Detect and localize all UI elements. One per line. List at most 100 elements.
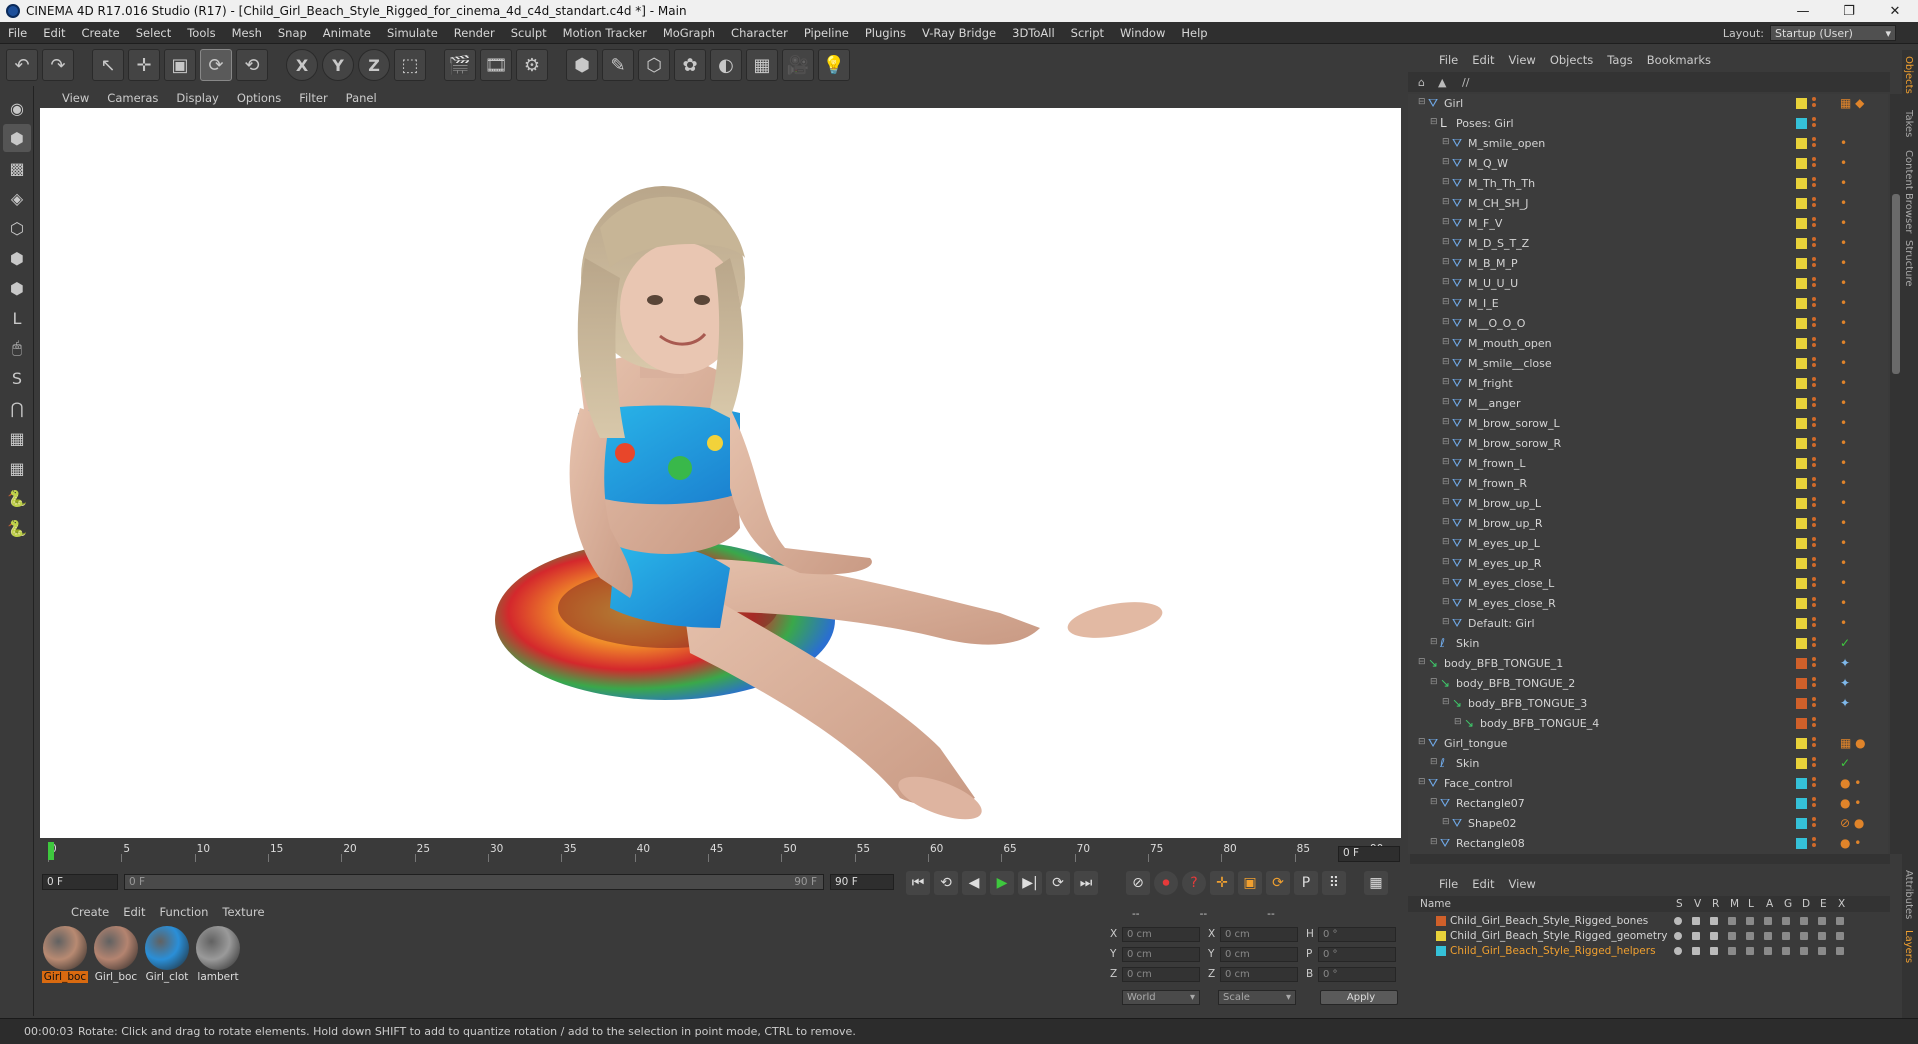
expand-toggle-icon[interactable]: ⊟ (1418, 657, 1426, 667)
expand-toggle-icon[interactable]: ⊟ (1430, 677, 1438, 687)
grid-snap-icon[interactable]: ▦ (3, 454, 31, 482)
viewport-menu-options[interactable]: Options (228, 91, 290, 105)
key-rotation-icon[interactable]: ⟳ (1266, 871, 1290, 895)
undo-icon[interactable]: ↶ (6, 49, 38, 81)
light-icon[interactable]: 💡 (818, 49, 850, 81)
object-tags[interactable]: • (1840, 556, 1847, 570)
axis-mode-icon[interactable]: L (3, 304, 31, 332)
material-menu-create[interactable]: Create (64, 905, 116, 919)
next-frame-icon[interactable]: ▶| (1018, 871, 1042, 895)
snap-magnet-icon[interactable]: ⋂ (3, 394, 31, 422)
material-swatch[interactable]: Girl_clot (144, 926, 190, 984)
camera-icon[interactable]: 🎥 (782, 49, 814, 81)
visibility-dots[interactable] (1812, 477, 1818, 491)
polygons-mode-icon[interactable]: ⬢ (3, 274, 31, 302)
expand-toggle-icon[interactable]: ⊟ (1418, 97, 1426, 107)
layer-flag-toggle[interactable] (1692, 932, 1700, 940)
viewport-menu-filter[interactable]: Filter (290, 91, 336, 105)
visibility-dots[interactable] (1812, 417, 1818, 431)
visibility-dots[interactable] (1812, 757, 1818, 771)
object-tags[interactable]: ✦ (1840, 676, 1850, 690)
material-menu-edit[interactable]: Edit (116, 905, 152, 919)
floor-icon[interactable]: ▦ (746, 49, 778, 81)
layer-flag-toggle[interactable] (1746, 932, 1754, 940)
expand-toggle-icon[interactable]: ⊟ (1442, 277, 1450, 287)
object-tags[interactable]: • (1840, 356, 1847, 370)
scrollbar-thumb[interactable] (1892, 194, 1900, 374)
render-view-icon[interactable]: 🎬 (444, 49, 476, 81)
expand-toggle-icon[interactable]: ⊟ (1430, 757, 1438, 767)
go-to-end-icon[interactable]: ⏭ (1074, 871, 1098, 895)
visibility-dots[interactable] (1812, 697, 1818, 711)
menu-snap[interactable]: Snap (270, 26, 315, 40)
layer-flag-toggle[interactable] (1692, 947, 1700, 955)
expand-toggle-icon[interactable]: ⊟ (1442, 217, 1450, 227)
menu-simulate[interactable]: Simulate (379, 26, 446, 40)
expand-toggle-icon[interactable]: ⊟ (1442, 337, 1450, 347)
object-row[interactable]: ⊟ ⛛ M_frown_L • (1408, 454, 1888, 474)
layout-dropdown[interactable]: Startup (User) ▾ (1770, 25, 1896, 41)
layer-flag-toggle[interactable] (1728, 917, 1736, 925)
key-parameter-icon[interactable]: P (1294, 871, 1318, 895)
key-scale-icon[interactable]: ▣ (1238, 871, 1262, 895)
menu-select[interactable]: Select (128, 26, 179, 40)
visibility-dots[interactable] (1812, 117, 1818, 131)
visibility-dots[interactable] (1812, 357, 1818, 371)
object-row[interactable]: ⊟ ℓ Skin ✓ (1408, 634, 1888, 654)
visibility-dots[interactable] (1812, 497, 1818, 511)
expand-toggle-icon[interactable]: ⊟ (1442, 557, 1450, 567)
menu-script[interactable]: Script (1063, 26, 1112, 40)
home-icon[interactable]: ⌂ (1418, 76, 1425, 89)
object-tags[interactable]: • (1840, 236, 1847, 250)
object-tags[interactable]: • (1840, 156, 1847, 170)
visibility-dots[interactable] (1812, 617, 1818, 631)
object-tags[interactable]: • (1840, 316, 1847, 330)
menu-edit[interactable]: Edit (35, 26, 73, 40)
object-row[interactable]: ⊟ ⛛ M_eyes_up_L • (1408, 534, 1888, 554)
object-tags[interactable]: • (1840, 516, 1847, 530)
tab-objects[interactable]: Objects (1903, 56, 1914, 94)
layer-flag-toggle[interactable] (1764, 947, 1772, 955)
tab-structure[interactable]: Structure (1903, 240, 1914, 287)
object-row[interactable]: ⊟ ⛛ M_Q_W • (1408, 154, 1888, 174)
expand-toggle-icon[interactable]: ⊟ (1442, 297, 1450, 307)
visibility-dots[interactable] (1812, 657, 1818, 671)
visibility-dots[interactable] (1812, 797, 1818, 811)
visibility-dots[interactable] (1812, 197, 1818, 211)
object-row[interactable]: ⊟ ⛛ M_eyes_close_L • (1408, 574, 1888, 594)
expand-toggle-icon[interactable]: ⊟ (1442, 177, 1450, 187)
object-tags[interactable]: • (1840, 216, 1847, 230)
expand-toggle-icon[interactable]: ⊟ (1430, 837, 1438, 847)
key-position-icon[interactable]: ✛ (1210, 871, 1234, 895)
object-menu-file[interactable]: File (1432, 53, 1465, 67)
x-axis-icon[interactable]: X (286, 49, 318, 81)
layer-row[interactable]: Child_Girl_Beach_Style_Rigged_helpers (1408, 944, 1890, 959)
object-row[interactable]: ⊟ ⛛ M_brow_sorow_L • (1408, 414, 1888, 434)
layer-flag-toggle[interactable] (1818, 947, 1826, 955)
visibility-dots[interactable] (1812, 277, 1818, 291)
expand-toggle-icon[interactable]: ⊟ (1442, 597, 1450, 607)
object-tags[interactable]: • (1840, 176, 1847, 190)
layer-flag-toggle[interactable] (1728, 947, 1736, 955)
visibility-dots[interactable] (1812, 677, 1818, 691)
expand-toggle-icon[interactable]: ⊟ (1442, 197, 1450, 207)
close-button[interactable]: ✕ (1872, 0, 1918, 22)
tab-takes[interactable]: Takes (1903, 110, 1914, 137)
up-level-icon[interactable]: ▲ (1438, 76, 1446, 89)
object-tags[interactable]: ✦ (1840, 696, 1850, 710)
visibility-dots[interactable] (1812, 737, 1818, 751)
coord-rotation-field[interactable]: 0 ° (1318, 926, 1396, 942)
layer-flag-toggle[interactable] (1674, 917, 1682, 925)
visibility-dots[interactable] (1812, 457, 1818, 471)
object-row[interactable]: ⊟ ⛛ M_B_M_P • (1408, 254, 1888, 274)
object-tags[interactable]: • (1840, 416, 1847, 430)
object-tags[interactable]: • (1840, 136, 1847, 150)
expand-toggle-icon[interactable]: ⊟ (1430, 117, 1438, 127)
start-frame-field[interactable]: 0 F (42, 874, 118, 890)
material-swatch[interactable]: lambert (195, 926, 241, 984)
coord-rotation-field[interactable]: 0 ° (1318, 966, 1396, 982)
visibility-dots[interactable] (1812, 597, 1818, 611)
object-row[interactable]: ⊟ ⛛ M_U_U_U • (1408, 274, 1888, 294)
menu-3dtoall[interactable]: 3DToAll (1004, 26, 1063, 40)
autokey-off-icon[interactable]: ⊘ (1126, 871, 1150, 895)
